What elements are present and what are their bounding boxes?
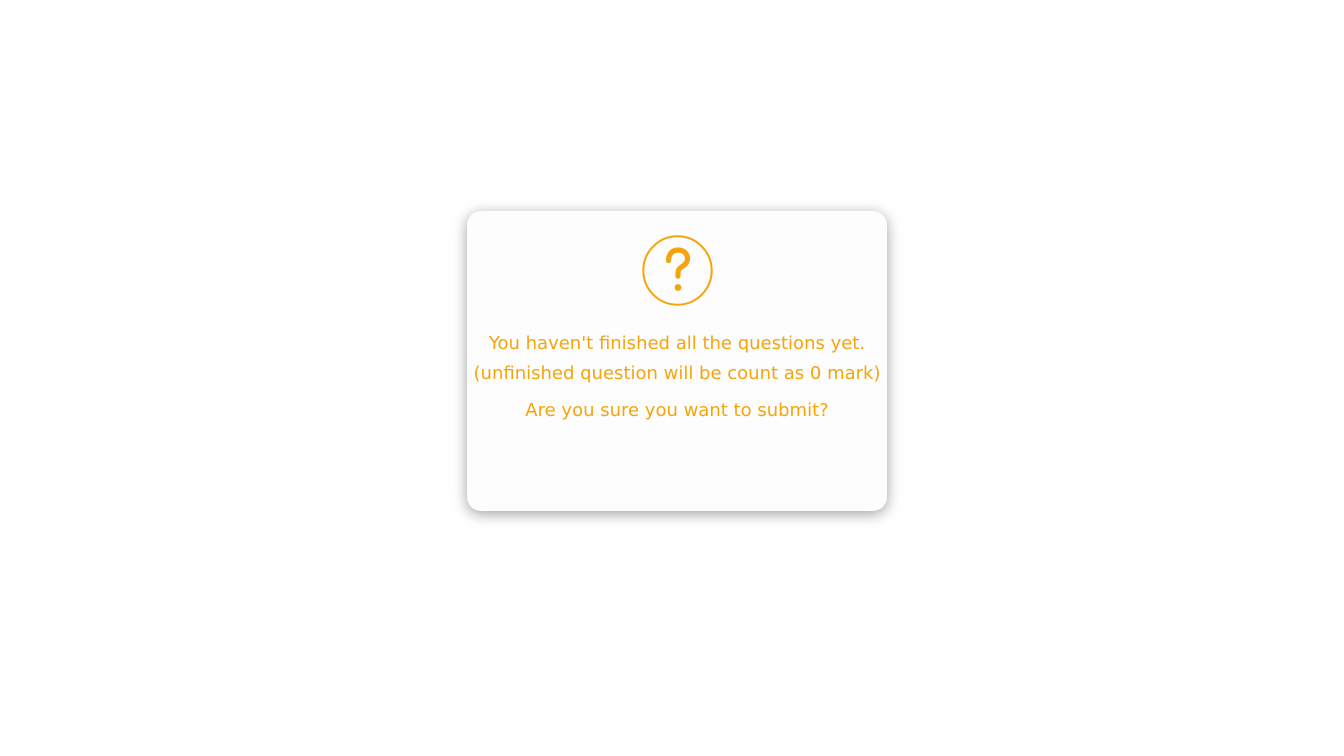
dialog-message-line-2: (unfinished question will be count as 0 … — [473, 363, 881, 384]
question-mark-circle-icon — [642, 235, 713, 306]
dialog-message: You haven't finished all the questions y… — [467, 329, 887, 389]
dialog-message-line-1: You haven't finished all the questions y… — [488, 333, 866, 354]
dialog-confirm-question: Are you sure you want to submit? — [525, 400, 829, 421]
confirm-submit-dialog: You haven't finished all the questions y… — [467, 211, 887, 511]
page-background: You haven't finished all the questions y… — [0, 0, 1344, 756]
